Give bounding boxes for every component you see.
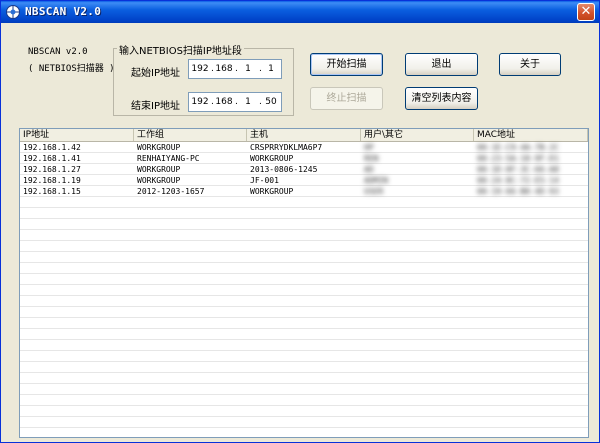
app-window: NBSCAN V2.0 ✕ NBSCAN v2.0 ( NETBIOS扫描器 )… (0, 0, 600, 443)
end-ip-octet-3: 1 (245, 97, 251, 107)
cell-user: AD (364, 165, 374, 174)
cell-ip: 192.168.1.41 (23, 154, 81, 163)
close-button[interactable]: ✕ (577, 3, 595, 21)
cell-mac: 00-1E-C9-4A-7B-2C (477, 143, 559, 152)
cell-user: HP (364, 143, 374, 152)
cell-mac: 00-19-66-B0-4D-93 (477, 187, 559, 196)
cell-workgroup: 2012-1203-1657 (137, 187, 205, 196)
app-logo-icon (6, 5, 20, 19)
column-header-mac[interactable]: MAC地址 (474, 129, 588, 141)
cell-ip: 192.168.1.19 (23, 176, 81, 185)
table-row[interactable]: 192.168.1.41 RENHAIYANG-PC WORKGROUP REN 00-… (20, 153, 588, 164)
cell-host: WORKGROUP (250, 154, 294, 163)
start-ip-octet-1: 192 (191, 64, 209, 74)
column-header-user[interactable]: 用户\其它 (361, 129, 474, 141)
table-row[interactable]: 192.168.1.15 2012-1203-1657 WORKGROUP USER 0… (20, 186, 588, 197)
ip-range-group-title: 输入NETBIOS扫描IP地址段 (117, 42, 244, 57)
column-header-host[interactable]: 主机 (247, 129, 361, 141)
client-area: NBSCAN v2.0 ( NETBIOS扫描器 ) 输入NETBIOS扫描IP… (4, 23, 596, 440)
title-bar[interactable]: NBSCAN V2.0 ✕ (1, 1, 599, 23)
cell-ip: 192.168.1.15 (23, 187, 81, 196)
app-subtitle-label: ( NETBIOS扫描器 ) (28, 64, 115, 74)
start-ip-octet-4: 1 (268, 64, 274, 74)
end-ip-octet-2: 168 (215, 97, 233, 107)
end-ip-label: 结束IP地址 (131, 101, 180, 112)
cell-mac: 00-1D-0F-3C-66-A8 (477, 165, 559, 174)
window-title: NBSCAN V2.0 (25, 5, 102, 18)
column-header-ip[interactable]: IP地址 (20, 129, 134, 141)
cell-host: WORKGROUP (250, 187, 294, 196)
cell-user: REN (364, 154, 379, 163)
stop-scan-button[interactable]: 终止扫描 (310, 87, 383, 110)
table-row[interactable]: 192.168.1.42 WORKGROUP CRSPRRYDKLMA6P7 HP 00… (20, 142, 588, 153)
clear-list-button[interactable]: 清空列表内容 (405, 87, 478, 110)
cell-mac: 00-23-5A-18-9F-D1 (477, 154, 559, 163)
cell-workgroup: RENHAIYANG-PC (137, 154, 200, 163)
cell-host: CRSPRRYDKLMA6P7 (250, 143, 323, 152)
exit-button[interactable]: 退出 (405, 53, 478, 76)
ip-range-group: 输入NETBIOS扫描IP地址段 起始IP地址 192 . 168 . 1 . … (113, 42, 294, 116)
cell-workgroup: WORKGROUP (137, 176, 181, 185)
cell-ip: 192.168.1.42 (23, 143, 81, 152)
cell-workgroup: WORKGROUP (137, 143, 181, 152)
end-ip-octet-4: 50 (265, 97, 277, 107)
table-row[interactable]: 192.168.1.19 WORKGROUP JF-001 ADMIN 00-24-8C… (20, 175, 588, 186)
cell-user: ADMIN (364, 176, 389, 185)
list-header: IP地址 工作组 主机 用户\其它 MAC地址 (20, 129, 588, 142)
column-header-workgroup[interactable]: 工作组 (134, 129, 247, 141)
cell-mac: 00-24-8C-72-E5-14 (477, 176, 559, 185)
cell-workgroup: WORKGROUP (137, 165, 181, 174)
cell-host: 2013-0806-1245 (250, 165, 318, 174)
start-ip-input[interactable]: 192 . 168 . 1 . 1 (188, 59, 282, 79)
cell-ip: 192.168.1.27 (23, 165, 81, 174)
start-scan-button[interactable]: 开始扫描 (310, 53, 383, 76)
start-ip-octet-3: 1 (245, 64, 251, 74)
start-ip-label: 起始IP地址 (131, 68, 180, 79)
end-ip-input[interactable]: 192 . 168 . 1 . 50 (188, 92, 282, 112)
table-row[interactable]: 192.168.1.27 WORKGROUP 2013-0806-1245 AD 00-… (20, 164, 588, 175)
cell-host: JF-001 (250, 176, 279, 185)
start-ip-octet-2: 168 (215, 64, 233, 74)
end-ip-octet-1: 192 (191, 97, 209, 107)
scan-results-list[interactable]: IP地址 工作组 主机 用户\其它 MAC地址 192.168.1.42 WORK… (19, 128, 589, 438)
about-button[interactable]: 关于 (499, 53, 561, 76)
cell-user: USER (364, 187, 384, 196)
list-body: 192.168.1.42 WORKGROUP CRSPRRYDKLMA6P7 HP 00… (20, 142, 588, 437)
app-name-label: NBSCAN v2.0 (28, 47, 88, 57)
